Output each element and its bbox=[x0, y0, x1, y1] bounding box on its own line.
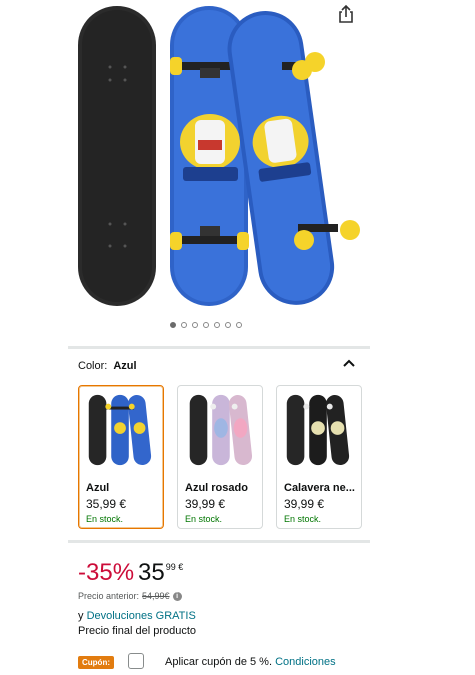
gallery-dot[interactable] bbox=[170, 322, 176, 328]
gallery-dot[interactable] bbox=[203, 322, 209, 328]
discount-percentage: -35% bbox=[78, 559, 135, 586]
coupon-description: Aplicar cupón de 5 %. bbox=[165, 656, 273, 668]
option-name: Azul bbox=[86, 482, 110, 494]
option-name: Calavera ne... bbox=[284, 482, 355, 494]
option-stock: En stock. bbox=[284, 514, 322, 524]
option-name: Azul rosado bbox=[185, 482, 248, 494]
option-price: 35,99 € bbox=[86, 497, 127, 511]
color-selector-header: Color: Azul bbox=[78, 360, 137, 372]
coupon-text: Aplicar cupón de 5 %. Condiciones bbox=[165, 656, 336, 668]
option-stock: En stock. bbox=[185, 514, 223, 524]
gallery-pagination bbox=[170, 322, 242, 328]
coupon-conditions-link[interactable]: Condiciones bbox=[275, 656, 336, 668]
color-option-calavera[interactable]: Calavera ne... 39,99 € En stock. bbox=[276, 385, 362, 529]
option-price: 39,99 € bbox=[185, 497, 226, 511]
divider bbox=[68, 346, 370, 349]
info-icon[interactable]: i bbox=[172, 591, 182, 601]
previous-price: Precio anterior: 54,99€ i bbox=[78, 591, 182, 601]
coupon-checkbox[interactable] bbox=[128, 653, 144, 669]
option-image bbox=[88, 394, 152, 466]
product-main-image[interactable] bbox=[70, 2, 370, 312]
price-fraction: 99 € bbox=[165, 562, 184, 572]
price-block: -35% 35 99 € bbox=[78, 558, 183, 588]
color-option-azul-rosado[interactable]: Azul rosado 39,99 € En stock. bbox=[177, 385, 263, 529]
previous-price-value: 54,99€ bbox=[142, 591, 170, 601]
option-price: 39,99 € bbox=[284, 497, 325, 511]
gallery-dot[interactable] bbox=[192, 322, 198, 328]
option-stock: En stock. bbox=[86, 514, 124, 524]
divider bbox=[68, 540, 370, 543]
option-image bbox=[286, 394, 350, 466]
free-returns-link[interactable]: Devoluciones GRATIS bbox=[87, 610, 196, 622]
color-value: Azul bbox=[113, 360, 137, 372]
final-price-note: Precio final del producto bbox=[78, 625, 197, 637]
gallery-dot[interactable] bbox=[214, 322, 220, 328]
chevron-up-icon[interactable] bbox=[341, 356, 357, 372]
coupon-badge: Cupón: bbox=[78, 656, 114, 669]
returns-prefix: y bbox=[78, 610, 84, 622]
price-whole: 35 bbox=[138, 559, 165, 586]
gallery-dot[interactable] bbox=[236, 322, 242, 328]
gallery-dot[interactable] bbox=[181, 322, 187, 328]
color-label: Color: bbox=[78, 360, 108, 372]
option-image bbox=[189, 394, 253, 466]
color-option-azul[interactable]: Azul 35,99 € En stock. bbox=[78, 385, 164, 529]
gallery-dot[interactable] bbox=[225, 322, 231, 328]
returns-line: y Devoluciones GRATIS bbox=[78, 610, 196, 622]
previous-price-label: Precio anterior: bbox=[78, 591, 140, 601]
